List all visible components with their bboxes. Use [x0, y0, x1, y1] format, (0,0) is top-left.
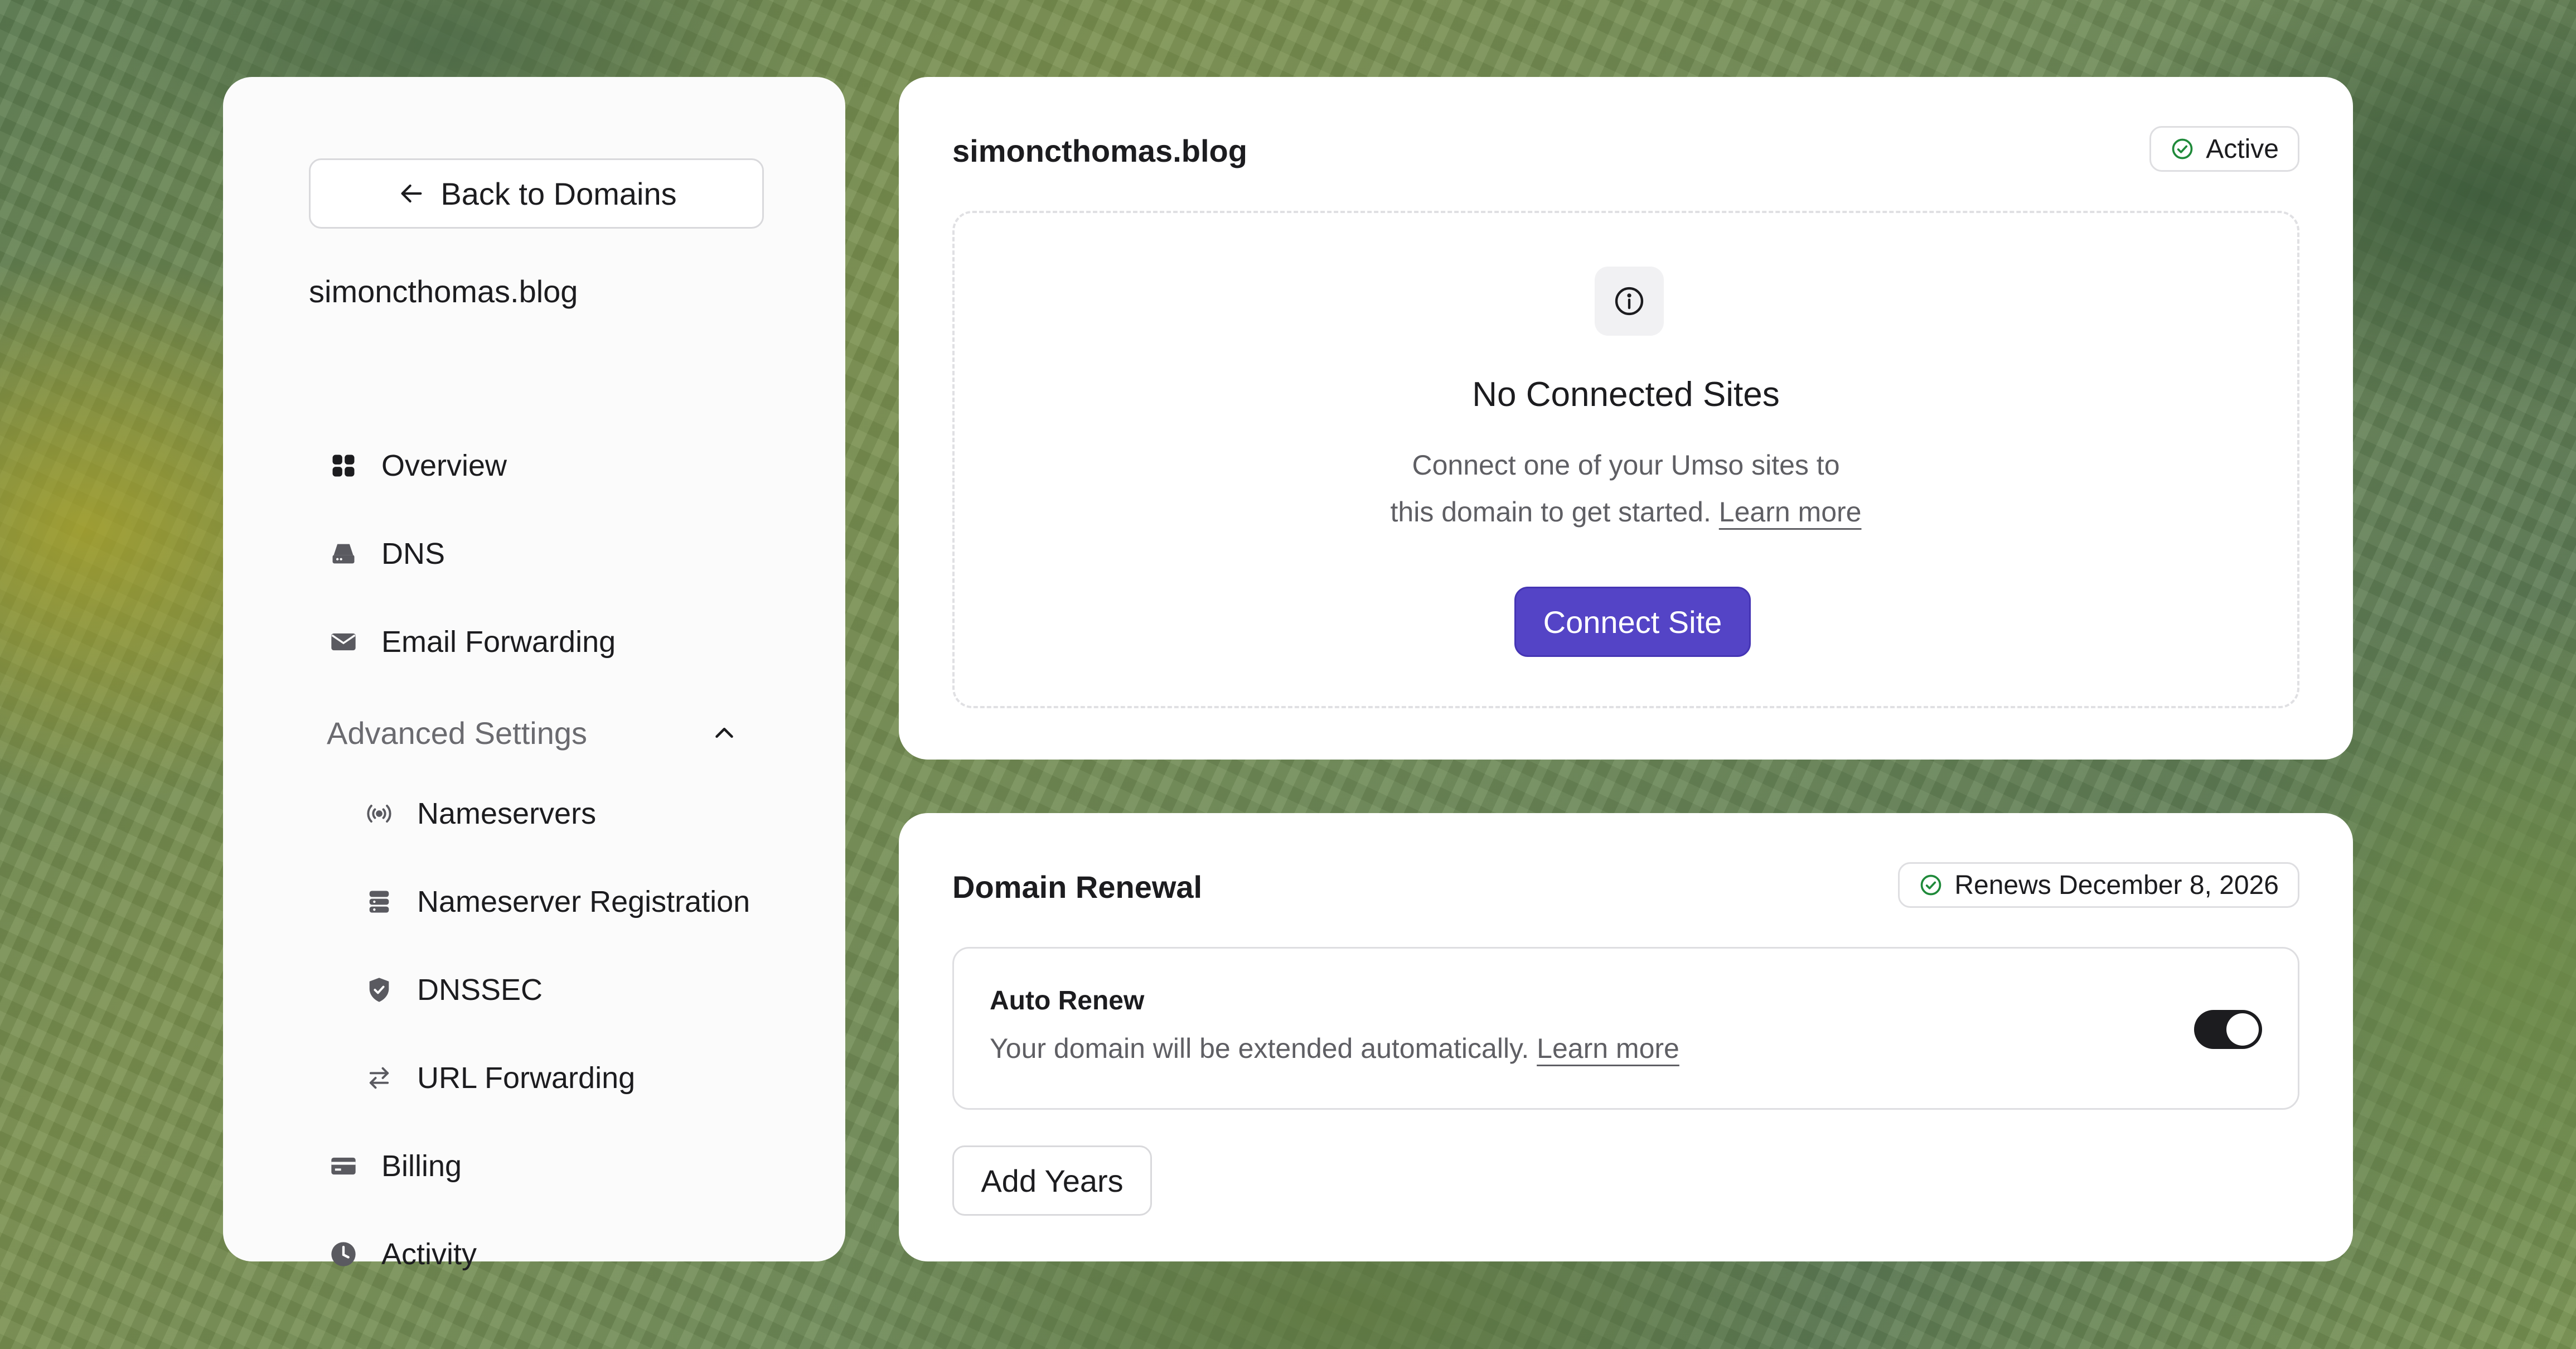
sidebar-item-label: Email Forwarding: [381, 625, 616, 659]
check-circle-icon: [1921, 874, 1941, 896]
empty-state-line-2: this domain to get started. Learn more: [955, 489, 2297, 535]
status-label: Active: [2206, 134, 2279, 164]
arrow-left-icon: [401, 184, 422, 203]
domain-sidebar: Back to Domains simoncthomas.blog Overvi…: [223, 77, 845, 1271]
database-icon: [364, 886, 395, 917]
server-icon: [328, 538, 359, 569]
learn-more-link[interactable]: Learn more: [1719, 496, 1862, 528]
sidebar-item-billing[interactable]: Billing: [328, 1149, 462, 1183]
empty-state: No Connected Sites Connect one of your U…: [952, 211, 2299, 708]
sidebar-item-nameserver-registration[interactable]: Nameserver Registration: [364, 884, 750, 919]
sidebar-item-dns[interactable]: DNS: [328, 536, 445, 571]
back-to-domains-label: Back to Domains: [440, 176, 677, 211]
auto-renew-title: Auto Renew: [990, 986, 1145, 1016]
connect-site-button[interactable]: Connect Site: [1514, 587, 1751, 657]
empty-state-line-2-text: this domain to get started.: [1390, 496, 1711, 528]
check-circle-icon: [2172, 138, 2193, 159]
status-badge: Active: [2149, 126, 2299, 172]
sidebar-item-label: Nameserver Registration: [417, 885, 750, 918]
sidebar-item-email-forwarding[interactable]: Email Forwarding: [328, 625, 616, 659]
envelope-icon: [328, 626, 359, 657]
sidebar-item-label: DNS: [381, 537, 446, 570]
sidebar-item-label: Nameservers: [417, 797, 597, 830]
sidebar-item-label: URL Forwarding: [417, 1061, 636, 1095]
auto-renew-learn-more-link[interactable]: Learn more: [1537, 1033, 1679, 1064]
renewal-title: Domain Renewal: [952, 869, 1203, 905]
sidebar-item-url-forwarding[interactable]: URL Forwarding: [364, 1061, 635, 1095]
info-icon: [1595, 267, 1664, 336]
sidebar-item-nameservers[interactable]: Nameservers: [364, 796, 596, 831]
shield-check-icon: [364, 974, 395, 1005]
sidebar-item-activity[interactable]: Activity: [328, 1237, 477, 1271]
sidebar-item-label: DNSSEC: [417, 973, 543, 1007]
empty-state-description: Connect one of your Umso sites to this d…: [955, 442, 2297, 535]
connected-sites-card: simoncthomas.blog Active No Connected Si…: [899, 77, 2353, 760]
sidebar-domain-name: simoncthomas.blog: [309, 274, 578, 309]
toggle-knob: [2226, 1013, 2259, 1046]
sidebar-item-label: Overview: [381, 449, 507, 482]
chevron-up-icon: [715, 728, 733, 738]
arrows-swap-icon: [364, 1062, 395, 1094]
advanced-settings-toggle[interactable]: Advanced Settings: [327, 712, 739, 754]
domain-renewal-card: Domain Renewal Renews December 8, 2026 A…: [899, 813, 2353, 1261]
back-to-domains-button[interactable]: Back to Domains: [309, 158, 764, 229]
sidebar-item-dnssec[interactable]: DNSSEC: [364, 973, 543, 1007]
auto-renew-description-text: Your domain will be extended automatical…: [990, 1033, 1529, 1064]
grid-icon: [328, 450, 359, 481]
sidebar-item-label: Activity: [381, 1237, 477, 1271]
empty-state-line-1: Connect one of your Umso sites to: [1412, 449, 1840, 481]
renewal-date-badge: Renews December 8, 2026: [1898, 862, 2299, 908]
sidebar-item-label: Billing: [381, 1149, 462, 1183]
advanced-settings-label: Advanced Settings: [327, 715, 587, 751]
auto-renew-description: Your domain will be extended automatical…: [990, 1032, 1679, 1065]
add-years-button[interactable]: Add Years: [952, 1145, 1152, 1216]
auto-renew-toggle[interactable]: [2194, 1010, 2262, 1049]
auto-renew-row: Auto Renew Your domain will be extended …: [952, 947, 2299, 1110]
empty-state-title: No Connected Sites: [1472, 375, 1780, 414]
domain-title: simoncthomas.blog: [952, 133, 1247, 168]
credit-card-icon: [328, 1150, 359, 1182]
sidebar-item-overview[interactable]: Overview: [328, 448, 507, 483]
renewal-date-label: Renews December 8, 2026: [1954, 870, 2279, 900]
clock-icon: [328, 1239, 359, 1270]
broadcast-icon: [364, 798, 395, 829]
